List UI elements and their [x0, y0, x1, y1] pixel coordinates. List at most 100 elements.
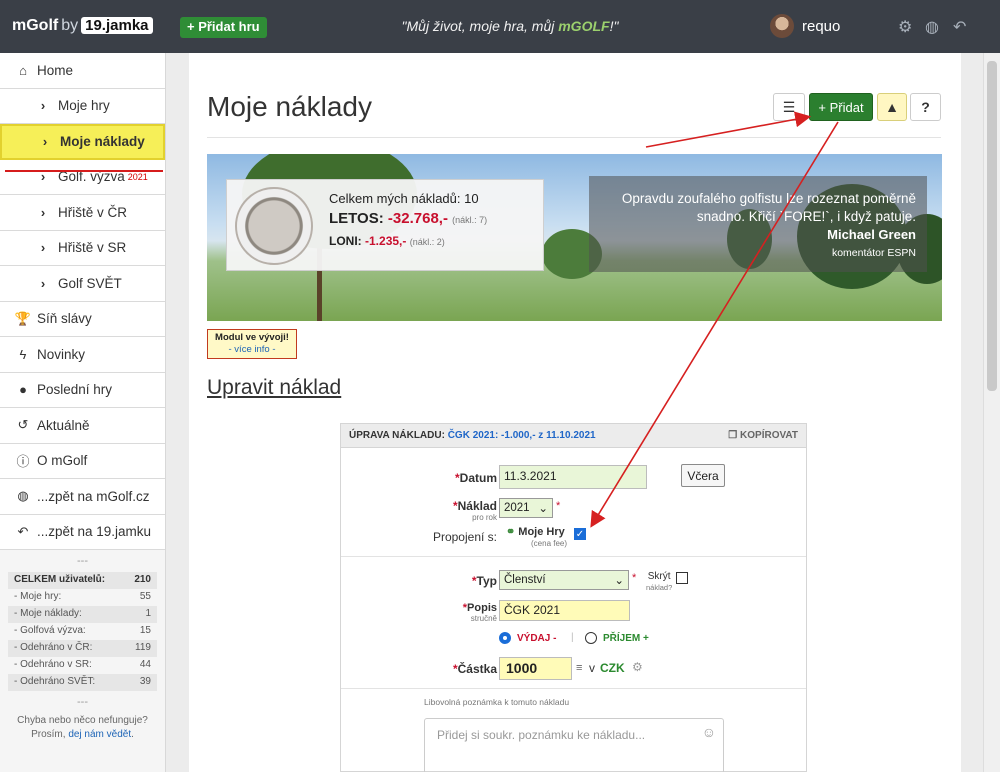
list-view-button[interactable]: ☰: [773, 93, 805, 121]
stats-row: CELKEM uživatelů: 210: [8, 572, 157, 589]
hide-sub: náklad?: [646, 583, 673, 592]
link-sub: (cena fee): [531, 539, 568, 548]
scrollbar[interactable]: [983, 53, 1000, 772]
sidebar-item-home[interactable]: ⌂ Home: [0, 53, 165, 89]
sidebar-item-label: Aktuálně: [37, 417, 90, 433]
sidebar-item-courses-sk[interactable]: › Hřiště v SR: [0, 230, 165, 266]
last-year-value: -1.235,-: [365, 234, 407, 248]
bug-report-link[interactable]: dej nám vědět: [68, 729, 131, 740]
type-label-text: Typ: [476, 574, 497, 588]
sidebar-item-label: Síň slávy: [37, 311, 92, 327]
golf-ball-icon: ●: [19, 382, 27, 398]
sidebar-item-label: ...zpět na mGolf.cz: [37, 488, 150, 504]
sidebar-item-news[interactable]: ϟ Novinky: [0, 337, 165, 373]
sidebar-item-my-games[interactable]: › Moje hry: [0, 88, 165, 124]
list-icon: ☰: [782, 98, 796, 115]
stats-row: - Golfová výzva: 15: [8, 623, 157, 640]
chevron-right-icon: ›: [40, 98, 46, 114]
stats-row: - Odehráno v ČR: 119: [8, 640, 157, 657]
cost-sub: pro rok: [472, 513, 497, 522]
sidebar-item-back-mgolf[interactable]: ◍ ...zpět na mGolf.cz: [0, 479, 165, 515]
gear-icon[interactable]: ⚙: [632, 660, 643, 674]
bug-post: .: [131, 729, 134, 740]
date-label: *Datum: [401, 471, 497, 485]
type-value: Členství: [504, 574, 546, 586]
cost-label-text: Náklad: [457, 499, 497, 513]
hide-cost-label: Skrýt náklad?: [646, 571, 672, 593]
jamka-logo: 19.jamka: [81, 17, 153, 34]
gear-icon[interactable]: ⚙: [898, 17, 912, 37]
sidebar-item-hall-of-fame[interactable]: 🏆 Síň slávy: [0, 301, 165, 337]
stats-row: - Odehráno SVĚT: 39: [8, 674, 157, 691]
sidebar-item-label: Golf SVĚT: [58, 275, 122, 291]
sidebar-item-golf-world[interactable]: › Golf SVĚT: [0, 266, 165, 302]
sidebar-item-about[interactable]: ⓘ O mGolf: [0, 443, 165, 479]
globe-icon[interactable]: ◍: [925, 17, 939, 37]
amount-label-text: Částka: [457, 662, 497, 676]
edit-heading: Upravit náklad: [207, 376, 342, 399]
sidebar-item-last-games[interactable]: ● Poslední hry: [0, 372, 165, 408]
add-cost-button[interactable]: + Přidat: [809, 93, 873, 121]
coins-icon: [235, 187, 313, 265]
more-info-link[interactable]: - více info -: [208, 344, 296, 356]
copy-button[interactable]: ❐ KOPÍROVAT: [728, 430, 798, 441]
yesterday-button[interactable]: Včera: [681, 464, 725, 487]
stats-label: - Moje náklady:: [14, 608, 82, 619]
emoji-icon[interactable]: ☺: [702, 724, 716, 740]
help-button[interactable]: ?: [910, 93, 941, 121]
scrollbar-thumb[interactable]: [987, 61, 997, 391]
trophy-icon: 🏆: [14, 310, 32, 326]
info-icon: ⓘ: [16, 454, 30, 470]
chart-button[interactable]: ▲: [877, 93, 907, 121]
history-icon: ↺: [17, 417, 29, 433]
stats-label: - Odehráno SVĚT:: [14, 676, 96, 687]
separator: |: [571, 632, 574, 643]
reply-icon: ↶: [17, 523, 29, 539]
year-badge: 2021: [127, 171, 148, 182]
divider-dashes: ---: [77, 555, 88, 567]
last-year-note: (nákl.: 2): [409, 237, 445, 247]
divider-dashes: ---: [77, 696, 88, 708]
amount-input[interactable]: 1000: [499, 657, 572, 680]
hide-cost-checkbox[interactable]: [676, 572, 688, 584]
quote-box: Opravdu zoufalého golfistu lze rozeznat …: [589, 176, 927, 272]
expense-label: VÝDAJ -: [517, 633, 557, 644]
type-select[interactable]: Členství ⌄: [499, 570, 629, 590]
expense-radio[interactable]: [499, 632, 511, 644]
sidebar-item-courses-cz[interactable]: › Hřiště v ČR: [0, 195, 165, 231]
add-game-button[interactable]: + Přidat hru: [180, 17, 267, 38]
motto-post: !": [609, 18, 619, 34]
note-textarea[interactable]: Přidej si soukr. poznámku ke nákladu... ☺: [424, 718, 724, 772]
note-placeholder: Přidej si soukr. poznámku ke nákladu...: [437, 728, 646, 742]
year-value: 2021: [504, 502, 530, 514]
section-divider: [341, 688, 806, 689]
back-icon[interactable]: ↶: [953, 17, 966, 37]
cost-count: Celkem mých nákladů: 10: [329, 191, 479, 206]
sidebar-item-current[interactable]: ↺ Aktuálně: [0, 408, 165, 444]
date-input[interactable]: 11.3.2021: [499, 465, 647, 489]
stats-value: 44: [139, 659, 151, 670]
income-radio[interactable]: [585, 632, 597, 644]
year-select[interactable]: 2021 ⌄: [499, 498, 553, 518]
user-stats: CELKEM uživatelů: 210 - Moje hry: 55 - Moj…: [8, 572, 157, 691]
form-header-label: ÚPRAVA NÁKLADU:: [349, 430, 445, 441]
stats-label: - Odehráno v SR:: [14, 659, 92, 670]
chevron-down-icon: ⌄: [538, 503, 548, 515]
chevron-right-icon: ›: [40, 275, 46, 291]
user-menu[interactable]: requo: [770, 14, 840, 38]
stats-value: 39: [139, 676, 151, 687]
required-mark: *: [632, 572, 637, 584]
link-my-games-checkbox[interactable]: ✓: [574, 528, 586, 540]
sidebar-item-back-19jamka[interactable]: ↶ ...zpět na 19.jamku: [0, 514, 165, 550]
sidebar-item-label: Hřiště v ČR: [58, 204, 128, 220]
desc-label: *Popis stručně: [401, 602, 497, 623]
brand-logo[interactable]: mGolf by 19.jamka: [12, 17, 153, 35]
sidebar-item-label: ...zpět na 19.jamku: [37, 524, 152, 540]
description-input[interactable]: ČGK 2021: [499, 600, 630, 621]
sidebar-item-golf-challenge[interactable]: › Golf. výzva 2021: [0, 159, 165, 195]
main-content: Moje náklady ☰ + Přidat ▲ ? Celkem mých …: [189, 53, 961, 772]
stats-row: - Odehráno v SR: 44: [8, 657, 157, 674]
stats-label: - Golfová výzva:: [14, 625, 86, 636]
currency-value[interactable]: CZK: [600, 661, 625, 675]
sidebar-item-my-costs[interactable]: › Moje náklady: [0, 124, 165, 160]
